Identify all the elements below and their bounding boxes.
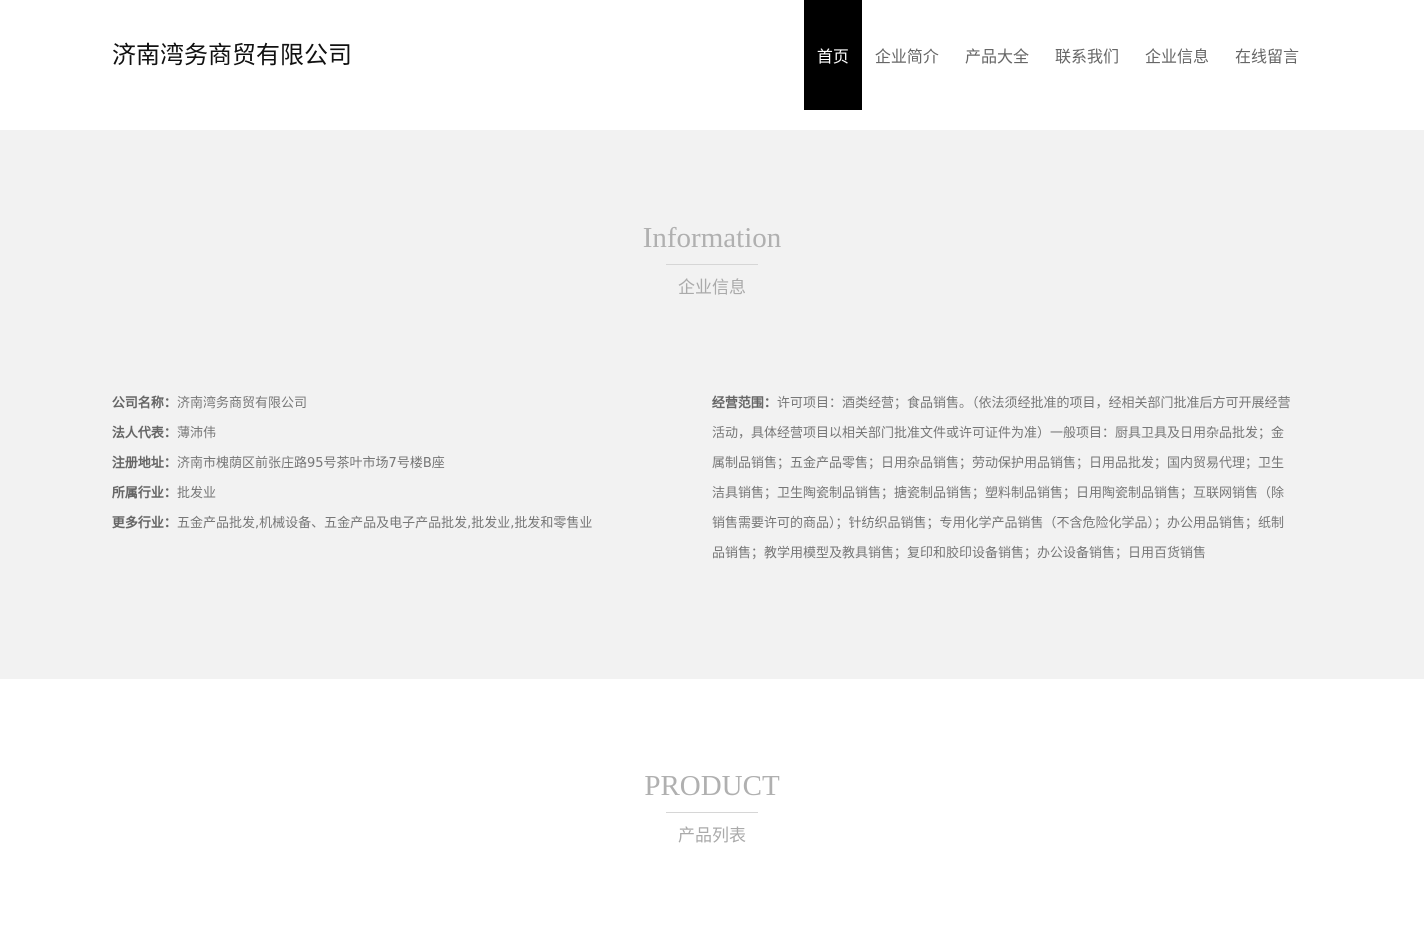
nav-company-info[interactable]: 企业信息 <box>1132 0 1222 110</box>
nav-company-intro[interactable]: 企业简介 <box>862 0 952 110</box>
info-key: 法人代表： <box>112 426 178 441</box>
title-divider <box>666 264 758 265</box>
info-row-industry: 所属行业：批发业 <box>112 479 672 509</box>
site-logo-text[interactable]: 济南湾务商贸有限公司 <box>112 38 352 72</box>
product-title-cn: 产品列表 <box>678 826 746 846</box>
info-value: 济南湾务商贸有限公司 <box>177 396 308 411</box>
info-row-more-industry: 更多行业：五金产品批发,机械设备、五金产品及电子产品批发,批发业,批发和零售业 <box>112 509 672 539</box>
info-key: 更多行业： <box>112 516 178 531</box>
info-row-company-name: 公司名称：济南湾务商贸有限公司 <box>112 389 672 419</box>
info-value: 批发业 <box>177 486 217 501</box>
company-info-section: Information 企业信息 公司名称：济南湾务商贸有限公司 法人代表：薄沛… <box>0 130 1424 679</box>
info-key: 所属行业： <box>112 486 178 501</box>
info-value: 薄沛伟 <box>177 426 217 441</box>
scope-value: 许可项目：酒类经营；食品销售。（依法须经批准的项目，经相关部门批准后方可开展经营… <box>712 396 1291 561</box>
info-value: 济南市槐荫区前张庄路95号茶叶市场7号楼B座 <box>177 456 445 471</box>
nav-products[interactable]: 产品大全 <box>952 0 1042 110</box>
info-value: 五金产品批发,机械设备、五金产品及电子产品批发,批发业,批发和零售业 <box>177 516 593 531</box>
info-title-cn: 企业信息 <box>678 278 746 298</box>
main-nav: 首页 企业简介 产品大全 联系我们 企业信息 在线留言 <box>803 0 1312 110</box>
info-key: 公司名称： <box>112 396 178 411</box>
info-title-en: Information <box>642 222 782 254</box>
info-key: 注册地址： <box>112 456 178 471</box>
info-row-address: 注册地址：济南市槐荫区前张庄路95号茶叶市场7号楼B座 <box>112 449 672 479</box>
info-section-title: Information 企业信息 <box>0 220 1424 299</box>
scope-key: 经营范围： <box>712 396 778 411</box>
product-section: PRODUCT 产品列表 <box>0 679 1424 933</box>
company-details: 公司名称：济南湾务商贸有限公司 法人代表：薄沛伟 注册地址：济南市槐荫区前张庄路… <box>112 389 672 539</box>
nav-home[interactable]: 首页 <box>803 0 862 110</box>
nav-message[interactable]: 在线留言 <box>1222 0 1312 110</box>
info-row-legal-rep: 法人代表：薄沛伟 <box>112 419 672 449</box>
title-divider <box>666 812 758 813</box>
nav-contact[interactable]: 联系我们 <box>1042 0 1132 110</box>
business-scope: 经营范围：许可项目：酒类经营；食品销售。（依法须经批准的项目，经相关部门批准后方… <box>712 389 1292 569</box>
site-header: 济南湾务商贸有限公司 首页 企业简介 产品大全 联系我们 企业信息 在线留言 <box>0 0 1424 130</box>
product-title-en: PRODUCT <box>644 770 780 802</box>
product-section-title: PRODUCT 产品列表 <box>0 768 1424 847</box>
